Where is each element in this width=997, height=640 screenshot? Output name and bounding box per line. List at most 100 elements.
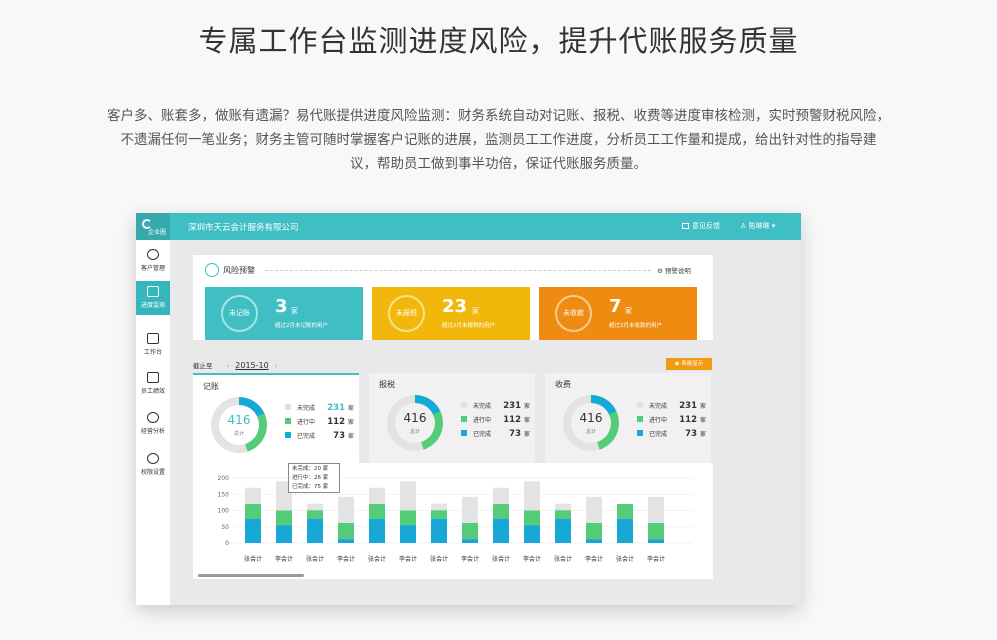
table-view-button[interactable]: ◉ 表格显示 [666, 358, 712, 370]
tab-bookkeeping[interactable]: 记账 416 总计 未完成 231 家 进行中 112 家 已完成 73 家 [193, 373, 359, 463]
risk-card-untaxed[interactable]: 未报税 23 家 超过2月未报税的用户 [372, 287, 530, 340]
bar-segment[interactable] [400, 510, 416, 526]
x-tick-label: 张会计 [306, 555, 324, 563]
sidebar: 客户管理 进度监测 工作台 员工绩效 经营分析 权限设置 [136, 240, 170, 605]
bar-segment[interactable] [586, 539, 602, 543]
sidebar-item-workbench[interactable]: 工作台 [136, 328, 170, 362]
bar-segment[interactable] [648, 496, 664, 523]
tab-tax[interactable]: 报税 416 总计 未完成 231 家 进行中 112 家 已完成 73 家 [369, 373, 535, 463]
tooltip-line: 未完成：20 家 [292, 466, 329, 472]
sidebar-item-label: 客户管理 [140, 265, 165, 272]
risk-card-unbooked[interactable]: 未记账 3 家 超过2月未记账的用户 [205, 287, 363, 340]
user-menu[interactable]: ♙ 陈琳琳 ▾ [740, 221, 775, 231]
bar-segment[interactable] [369, 504, 385, 519]
legend-row: 未完成 231 家 [461, 401, 530, 415]
tab-fees[interactable]: 收费 416 总计 未完成 231 家 进行中 112 家 已完成 73 家 [545, 373, 711, 463]
chart-scrollbar[interactable] [198, 574, 304, 577]
bar-segment[interactable] [493, 504, 509, 519]
bar-segment[interactable] [400, 481, 416, 511]
bar-segment[interactable] [555, 510, 571, 519]
bar-segment[interactable] [617, 504, 633, 519]
bar-segment[interactable] [493, 518, 509, 543]
intro-text: 客户多、账套多，做账有遗漏？易代账提供进度风险监测：财务系统自动对记账、报税、收… [60, 104, 937, 176]
y-tick-label: 150 [218, 491, 230, 498]
warning-icon [205, 263, 219, 277]
feedback-link[interactable]: 意见反馈 [682, 221, 720, 231]
next-period-button[interactable]: › [275, 362, 278, 370]
bar-segment[interactable] [338, 496, 354, 523]
risk-card-desc: 超过2月未收款的用户 [609, 323, 662, 329]
prev-period-button[interactable]: ‹ [227, 362, 230, 370]
y-tick-label: 200 [218, 475, 230, 482]
bar-segment[interactable] [586, 522, 602, 540]
bar-segment[interactable] [648, 539, 664, 543]
bar-segment[interactable] [462, 522, 478, 540]
bar-segment[interactable] [245, 487, 261, 504]
bar-segment[interactable] [648, 522, 664, 540]
bar-segment[interactable] [493, 487, 509, 504]
x-tick-label: 李会计 [275, 555, 293, 563]
period-value[interactable]: 2015-10 [235, 361, 268, 370]
x-tick-label: 李会计 [585, 555, 603, 563]
x-tick-label: 张会计 [368, 555, 386, 563]
x-tick-label: 李会计 [337, 555, 355, 563]
bar-segment[interactable] [338, 539, 354, 543]
x-tick-label: 张会计 [492, 555, 510, 563]
bar-segment[interactable] [431, 510, 447, 519]
sidebar-item-progress[interactable]: 进度监测 [136, 281, 170, 315]
bar-segment[interactable] [245, 518, 261, 543]
sidebar-item-analysis[interactable]: 经营分析 [136, 407, 170, 441]
bar-segment[interactable] [524, 525, 540, 543]
sidebar-item-label: 进度监测 [140, 302, 165, 309]
bar-segment[interactable] [400, 525, 416, 543]
bar-segment[interactable] [307, 518, 323, 543]
intro-line: 议，帮助员工做到事半功倍，保证代账服务质量。 [350, 156, 647, 172]
bar-segment[interactable] [369, 487, 385, 504]
bar-segment[interactable] [555, 518, 571, 543]
intro-line: 客户多、账套多，做账有遗漏？易代账提供进度风险监测：财务系统自动对记账、报税、收… [107, 108, 890, 124]
legend: 未完成 231 家 进行中 112 家 已完成 73 家 [637, 401, 706, 443]
risk-card-circle: 未报税 [388, 295, 425, 332]
y-tick-label: 50 [221, 524, 229, 531]
period-selector: 截止至 ‹ 2015-10 › [193, 360, 281, 370]
sidebar-item-permissions[interactable]: 权限设置 [136, 448, 170, 482]
bar-segment[interactable] [307, 510, 323, 519]
bar-segment[interactable] [524, 481, 540, 511]
bar-segment[interactable] [462, 539, 478, 543]
bar-segment[interactable] [431, 518, 447, 543]
sidebar-item-label: 员工绩效 [140, 388, 165, 395]
bar-segment[interactable] [276, 525, 292, 543]
donut-total: 416 [403, 411, 427, 425]
donut-total-label: 总计 [585, 429, 596, 435]
bar-segment[interactable] [307, 503, 323, 511]
bar-segment[interactable] [524, 510, 540, 526]
sidebar-item-customers[interactable]: 客户管理 [136, 244, 170, 278]
bar-segment[interactable] [586, 496, 602, 523]
bar-segment[interactable] [555, 503, 571, 511]
bar-segment[interactable] [431, 503, 447, 511]
legend: 未完成 231 家 进行中 112 家 已完成 73 家 [461, 401, 530, 443]
feedback-label: 意见反馈 [692, 222, 720, 230]
tab-title: 报税 [379, 380, 395, 389]
message-icon [682, 223, 689, 229]
bar-segment[interactable] [617, 518, 633, 543]
bar-segment[interactable] [369, 518, 385, 543]
tab-title: 收费 [555, 380, 571, 389]
sidebar-item-performance[interactable]: 员工绩效 [136, 367, 170, 401]
pie-chart-icon [147, 412, 159, 423]
risk-title-text: 风险预警 [223, 266, 255, 275]
tooltip-line: 进行中：26 家 [292, 475, 329, 481]
warning-help-link[interactable]: ⚙ 预警说明 [657, 265, 691, 275]
chart-image-icon [147, 286, 159, 297]
bar-segment[interactable] [245, 504, 261, 519]
chart-tooltip: 未完成：20 家 进行中：26 家 已完成：75 家 [288, 463, 340, 493]
bar-segment[interactable] [462, 496, 478, 523]
risk-card-unpaid[interactable]: 未收款 7 家 超过2月未收款的用户 [539, 287, 697, 340]
donut-chart: 416 总计 [387, 395, 443, 451]
y-tick-label: 0 [225, 540, 229, 547]
bar-segment[interactable] [276, 510, 292, 526]
risk-card-number: 7 [609, 296, 622, 317]
logo[interactable]: 企业圈 [136, 213, 170, 240]
stacked-bar-chart: 0 50 100 150 200 张会计 李会计 张会计 李会计 张会计 李会计 张会计 李会计 张会计 李… [193, 463, 713, 579]
bar-segment[interactable] [338, 522, 354, 540]
